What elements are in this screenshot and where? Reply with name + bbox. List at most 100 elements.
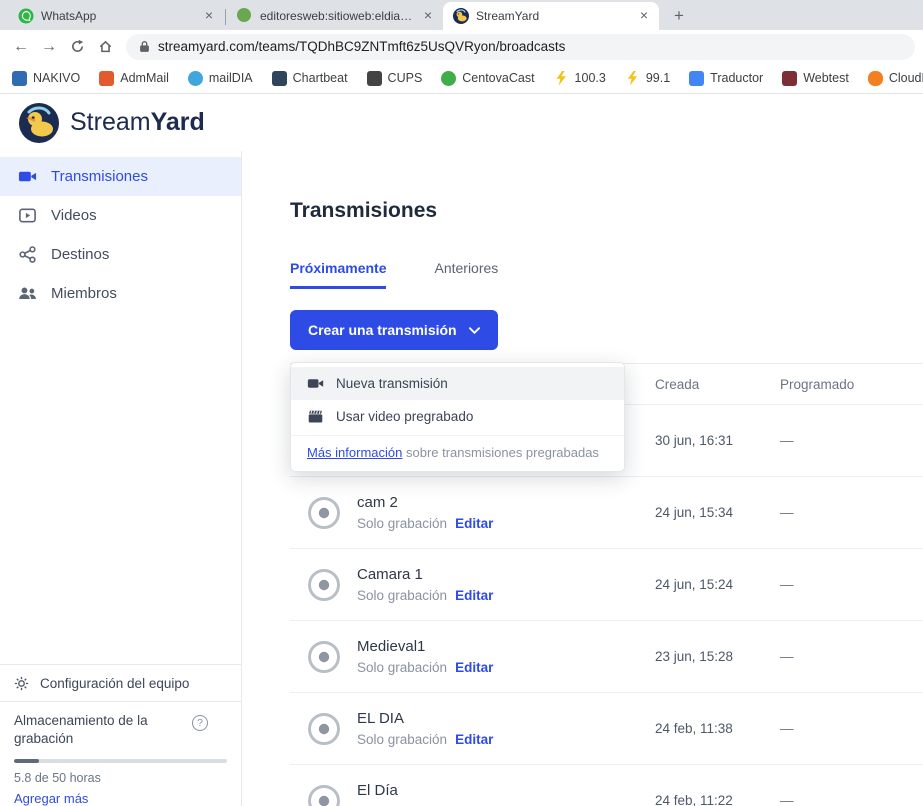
create-broadcast-button[interactable]: Crear una transmisión bbox=[290, 310, 498, 350]
broadcast-title: Camara 1 bbox=[357, 566, 493, 583]
storage-usage-text: 5.8 de 50 horas bbox=[14, 771, 227, 785]
sidebar-item-label: Videos bbox=[51, 207, 97, 224]
clapperboard-icon bbox=[307, 408, 324, 425]
broadcast-subtitle: Solo grabación bbox=[357, 732, 447, 747]
tab-proximamente[interactable]: Próximamente bbox=[290, 260, 386, 289]
table-row[interactable]: Medieval1 Solo grabaciónEditar 23 jun, 1… bbox=[290, 620, 923, 692]
bookmark-cloudflare[interactable]: CloudFlare bbox=[868, 71, 923, 86]
broadcast-created: 24 jun, 15:34 bbox=[655, 505, 780, 520]
table-row[interactable]: cam 2 Solo grabaciónEditar 24 jun, 15:34… bbox=[290, 476, 923, 548]
create-broadcast-menu: Nueva transmisión Usar video pregrabado … bbox=[290, 362, 625, 472]
sidebar-item-miembros[interactable]: Miembros bbox=[0, 274, 241, 313]
sidebar-item-transmisiones[interactable]: Transmisiones bbox=[0, 157, 241, 196]
edit-link[interactable]: Editar bbox=[455, 588, 493, 603]
create-broadcast-label: Crear una transmisión bbox=[308, 322, 457, 338]
bookmark-label: mailDIA bbox=[209, 71, 253, 85]
chartbeat-icon bbox=[272, 71, 287, 86]
video-camera-icon bbox=[307, 375, 324, 392]
bookmark-cups[interactable]: CUPS bbox=[367, 71, 423, 86]
streamyard-duck-icon bbox=[19, 103, 59, 143]
tab-title: WhatsApp bbox=[41, 9, 194, 23]
broadcast-created: 30 jun, 16:31 bbox=[655, 433, 780, 448]
bookmark-label: Webtest bbox=[803, 71, 849, 85]
browser-tab-eldia[interactable]: editoresweb:sitioweb:eldia.co × bbox=[227, 2, 443, 30]
add-more-link[interactable]: Agregar más bbox=[14, 791, 88, 806]
bookmark-maildia[interactable]: mailDIA bbox=[188, 71, 253, 86]
page-title: Transmisiones bbox=[290, 199, 923, 223]
new-tab-button[interactable]: + bbox=[667, 4, 691, 28]
broadcast-title: Medieval1 bbox=[357, 638, 493, 655]
record-icon bbox=[306, 567, 342, 603]
gear-icon bbox=[13, 675, 30, 692]
streamyard-logo[interactable]: StreamYard bbox=[19, 103, 205, 143]
back-button[interactable]: ← bbox=[8, 34, 34, 60]
tab-close-icon[interactable]: × bbox=[201, 8, 217, 24]
bookmark-centovacast[interactable]: CentovaCast bbox=[441, 71, 534, 86]
column-header-programado: Programado bbox=[780, 377, 923, 392]
webtest-icon bbox=[782, 71, 797, 86]
address-bar[interactable]: streamyard.com/teams/TQDhBC9ZNTmft6z5UsQ… bbox=[126, 34, 915, 60]
lightning-icon bbox=[625, 71, 640, 86]
bookmark-traductor[interactable]: Traductor bbox=[689, 71, 763, 86]
bookmark-label: 99.1 bbox=[646, 71, 670, 85]
record-icon bbox=[306, 639, 342, 675]
tab-close-icon[interactable]: × bbox=[636, 8, 652, 24]
bookmark-webtest[interactable]: Webtest bbox=[782, 71, 849, 86]
table-row[interactable]: EL DIA Solo grabaciónEditar 24 feb, 11:3… bbox=[290, 692, 923, 764]
bookmark-nakivo[interactable]: NAKIVO bbox=[12, 71, 80, 86]
bookmark-admmail[interactable]: AdmMail bbox=[99, 71, 169, 86]
sidebar-item-team-settings[interactable]: Configuración del equipo bbox=[0, 664, 241, 702]
browser-tab-streamyard[interactable]: StreamYard × bbox=[443, 2, 659, 30]
sidebar-spacer bbox=[0, 313, 241, 664]
eldia-favicon-icon bbox=[237, 8, 253, 24]
app-header: StreamYard bbox=[0, 94, 923, 151]
broadcast-scheduled: — bbox=[780, 721, 923, 736]
edit-link[interactable]: Editar bbox=[455, 516, 493, 531]
cloud-icon bbox=[868, 71, 883, 86]
broadcast-subtitle: Solo grabación bbox=[357, 588, 447, 603]
storage-progress-bar bbox=[14, 759, 227, 763]
bookmark-label: Chartbeat bbox=[293, 71, 348, 85]
menu-item-nueva-transmision[interactable]: Nueva transmisión bbox=[291, 367, 624, 400]
broadcast-scheduled: — bbox=[780, 577, 923, 592]
streamyard-favicon-icon bbox=[453, 8, 469, 24]
bookmark-label: NAKIVO bbox=[33, 71, 80, 85]
edit-link[interactable]: Editar bbox=[455, 732, 493, 747]
bookmark-99-1[interactable]: 99.1 bbox=[625, 71, 670, 86]
broadcast-title: El Día bbox=[357, 782, 398, 799]
storage-progress-fill bbox=[14, 759, 39, 763]
sidebar-item-label: Miembros bbox=[51, 285, 117, 302]
admmail-icon bbox=[99, 71, 114, 86]
share-icon bbox=[18, 245, 37, 264]
forward-button[interactable]: → bbox=[36, 34, 62, 60]
table-row[interactable]: Camara 1 Solo grabaciónEditar 24 jun, 15… bbox=[290, 548, 923, 620]
broadcast-subtitle: Solo grabación bbox=[357, 516, 447, 531]
browser-toolbar: ← → streamyard.com/teams/TQDhBC9ZNTmft6z… bbox=[0, 30, 923, 63]
sidebar-item-videos[interactable]: Videos bbox=[0, 196, 241, 235]
bookmark-chartbeat[interactable]: Chartbeat bbox=[272, 71, 348, 86]
mas-informacion-link[interactable]: Más información bbox=[307, 445, 402, 460]
team-settings-label: Configuración del equipo bbox=[40, 676, 189, 691]
edit-link[interactable]: Editar bbox=[455, 660, 493, 675]
browser-tab-strip: WhatsApp × editoresweb:sitioweb:eldia.co… bbox=[0, 0, 923, 30]
bookmark-100-3[interactable]: 100.3 bbox=[554, 71, 606, 86]
broadcast-scheduled: — bbox=[780, 649, 923, 664]
lightning-icon bbox=[554, 71, 569, 86]
table-row[interactable]: El Día 24 feb, 11:22 — bbox=[290, 764, 923, 806]
broadcast-subtitle: Solo grabación bbox=[357, 660, 447, 675]
tab-anteriores[interactable]: Anteriores bbox=[434, 260, 498, 289]
brand-text: StreamYard bbox=[70, 108, 205, 137]
tab-close-icon[interactable]: × bbox=[420, 8, 436, 24]
help-icon[interactable]: ? bbox=[192, 715, 208, 731]
whatsapp-icon bbox=[18, 8, 34, 24]
sidebar-item-destinos[interactable]: Destinos bbox=[0, 235, 241, 274]
broadcast-scheduled: — bbox=[780, 793, 923, 806]
broadcast-created: 24 feb, 11:38 bbox=[655, 721, 780, 736]
browser-tab-whatsapp[interactable]: WhatsApp × bbox=[8, 2, 224, 30]
bookmark-label: 100.3 bbox=[575, 71, 606, 85]
bookmark-label: CentovaCast bbox=[462, 71, 534, 85]
home-button[interactable] bbox=[92, 34, 118, 60]
url-text: streamyard.com/teams/TQDhBC9ZNTmft6z5UsQ… bbox=[158, 39, 565, 54]
reload-button[interactable] bbox=[64, 34, 90, 60]
menu-item-video-pregrabado[interactable]: Usar video pregrabado bbox=[291, 400, 624, 433]
